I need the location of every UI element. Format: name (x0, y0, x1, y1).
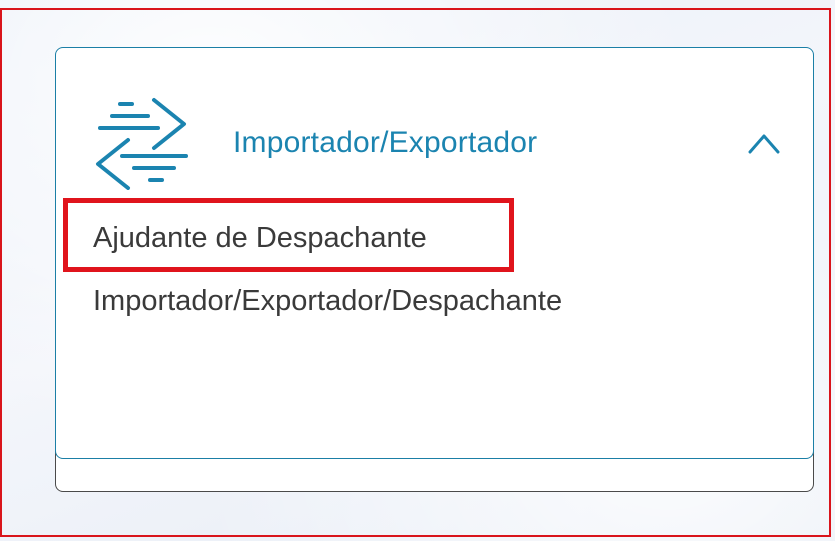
selection-highlight-box (63, 198, 514, 272)
import-export-arrows-icon (96, 98, 188, 190)
chevron-up-icon[interactable] (746, 130, 782, 156)
card-title: Importador/Exportador (233, 126, 538, 159)
list-item-importador-exportador-despachante[interactable]: Importador/Exportador/Despachante (93, 285, 562, 318)
card-header[interactable]: Importador/Exportador (56, 48, 813, 198)
